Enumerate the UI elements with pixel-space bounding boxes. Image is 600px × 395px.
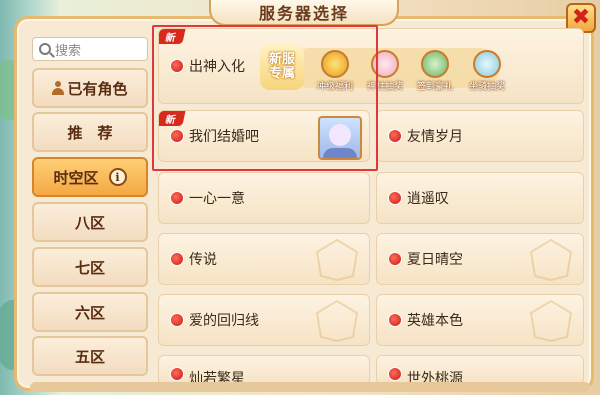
bottom-edge [30,382,590,392]
info-icon[interactable]: i [108,168,127,186]
server-card[interactable]: 爱的回归线 [158,294,370,346]
sidebar-item-label: 时空区 [53,168,99,187]
pk-watermark-icon [315,238,359,282]
sidebar-item-label: 八区 [74,213,105,232]
warrior-icon [421,50,449,78]
sidebar-item-label: 五区 [74,347,105,366]
server-card[interactable]: 传说 [158,233,370,285]
title-plate: 服务器选择 [209,0,399,26]
sidebar-item-zone-8[interactable]: 八区 [32,202,148,242]
status-dot-icon [171,192,183,204]
status-dot-icon [389,314,401,326]
server-card[interactable]: 友情岁月 [376,110,584,162]
selection-highlight [152,25,378,171]
sidebar-item-recommended[interactable]: 推 荐 [32,112,148,152]
server-card[interactable]: 逍遥叹 [376,172,584,224]
search-input[interactable]: 搜索 [32,37,148,61]
server-name: 友情岁月 [407,129,463,145]
search-placeholder: 搜索 [55,43,82,59]
server-card[interactable]: 灿若繁星 [158,355,370,385]
pk-watermark-icon [529,299,573,343]
promo-feature-label: 坐骑抽奖 [468,82,505,92]
status-dot-icon [389,130,401,142]
promo-feature[interactable]: 签到豪礼 [410,50,460,92]
pk-watermark-icon [315,299,359,343]
sidebar-item-label: 推 荐 [67,123,113,142]
promo-feature-label: 签到豪礼 [416,82,453,92]
sidebar-item-label: 已有角色 [67,79,128,98]
sidebar-item-spacetime-zone[interactable]: 时空区 i [32,157,148,197]
game-screen: 服务器选择 ✖ 搜索 已有角色 推 荐 时空区 i 八区 七区 六区 五区 新 … [0,0,600,395]
server-name: 英雄本色 [407,313,463,329]
sidebar-item-zone-5[interactable]: 五区 [32,336,148,376]
server-name: 夏日晴空 [407,252,463,268]
mount-icon [473,50,501,78]
status-dot-icon [389,368,401,380]
pk-watermark-icon [529,238,573,282]
status-dot-icon [171,314,183,326]
status-dot-icon [171,368,183,380]
server-name: 传说 [189,252,217,268]
server-name: 逍遥叹 [407,191,449,207]
sidebar-item-my-roles[interactable]: 已有角色 [32,68,148,108]
promo-feature[interactable]: 坐骑抽奖 [462,50,512,92]
status-dot-icon [389,253,401,265]
server-name: 爱的回归线 [189,313,259,329]
person-icon [52,81,65,95]
server-card[interactable]: 世外桃源 [376,355,584,385]
server-name: 一心一意 [189,191,245,207]
close-icon: ✖ [571,5,591,30]
status-dot-icon [171,253,183,265]
server-card[interactable]: 夏日晴空 [376,233,584,285]
sidebar-item-zone-7[interactable]: 七区 [32,247,148,287]
sidebar-item-label: 六区 [74,303,105,322]
sidebar-item-label: 七区 [74,258,105,277]
server-card[interactable]: 英雄本色 [376,294,584,346]
status-dot-icon [389,192,401,204]
server-card[interactable]: 一心一意 [158,172,370,224]
sidebar-item-zone-6[interactable]: 六区 [32,292,148,332]
search-icon [39,43,51,55]
window-title: 服务器选择 [258,4,349,23]
